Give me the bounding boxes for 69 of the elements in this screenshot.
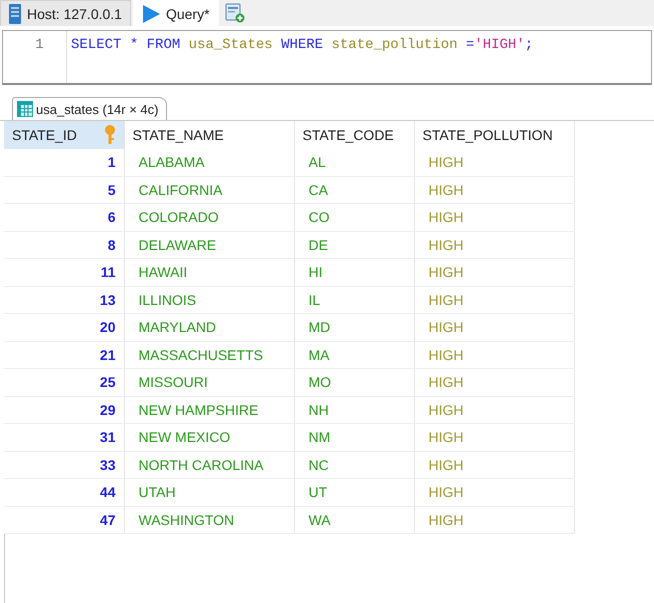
column-header[interactable]: STATE_NAME bbox=[124, 121, 294, 149]
table-cell: NC bbox=[294, 451, 414, 478]
table-cell: HI bbox=[294, 258, 414, 286]
table-cell: MASSACHUSETTS bbox=[124, 341, 294, 368]
table-cell: HIGH bbox=[414, 396, 574, 424]
table-cell: MO bbox=[294, 368, 414, 396]
table-cell: HIGH bbox=[414, 286, 574, 314]
table-cell: DE bbox=[294, 231, 414, 258]
table-cell: HIGH bbox=[414, 149, 574, 176]
table-cell: HIGH bbox=[414, 204, 574, 231]
editor-tab[interactable]: Query* bbox=[132, 0, 219, 26]
table-cell: HIGH bbox=[414, 258, 574, 286]
server-icon bbox=[9, 4, 21, 24]
table-cell: HIGH bbox=[414, 314, 574, 341]
table-cell: WASHINGTON bbox=[124, 506, 294, 534]
table-cell: HAWAII bbox=[124, 258, 294, 286]
table-cell: HIGH bbox=[414, 506, 574, 534]
table-cell: 31 bbox=[4, 424, 124, 451]
table-cell: COLORADO bbox=[124, 204, 294, 231]
column-header[interactable]: STATE_POLLUTION bbox=[414, 121, 574, 149]
table-cell: DELAWARE bbox=[124, 231, 294, 258]
table-cell: 20 bbox=[4, 314, 124, 341]
table-cell: IL bbox=[294, 286, 414, 314]
table-cell: 33 bbox=[4, 451, 124, 478]
table-cell: 11 bbox=[4, 258, 124, 286]
table-cell: MISSOURI bbox=[124, 368, 294, 396]
table-cell: NEW MEXICO bbox=[124, 424, 294, 451]
table-cell: CA bbox=[294, 176, 414, 204]
line-number: 1 bbox=[34, 37, 44, 55]
result-tab[interactable]: usa_states (14r × 4c) bbox=[12, 97, 168, 120]
table-cell: ALABAMA bbox=[124, 149, 294, 176]
table-cell: HIGH bbox=[414, 231, 574, 258]
table-cell: 47 bbox=[4, 506, 124, 534]
table-cell: NH bbox=[294, 396, 414, 424]
table-cell: NEW HAMPSHIRE bbox=[124, 396, 294, 424]
table-cell: HIGH bbox=[414, 341, 574, 368]
table-cell: MA bbox=[294, 341, 414, 368]
table-cell: UT bbox=[294, 478, 414, 506]
table-cell: CO bbox=[294, 204, 414, 231]
table-cell: 21 bbox=[4, 341, 124, 368]
column-header[interactable]: STATE_ID bbox=[4, 121, 124, 149]
table-cell: NM bbox=[294, 424, 414, 451]
table-cell: HIGH bbox=[414, 176, 574, 204]
table-cell: 29 bbox=[4, 396, 124, 424]
table-cell: 5 bbox=[4, 176, 124, 204]
table-cell: HIGH bbox=[414, 368, 574, 396]
table-cell: 44 bbox=[4, 478, 124, 506]
table-cell: CALIFORNIA bbox=[124, 176, 294, 204]
table-cell: 8 bbox=[4, 231, 124, 258]
table-cell: 25 bbox=[4, 368, 124, 396]
table-cell: HIGH bbox=[414, 478, 574, 506]
table-cell: ILLINOIS bbox=[124, 286, 294, 314]
table-cell: HIGH bbox=[414, 451, 574, 478]
table-cell: 6 bbox=[4, 204, 124, 231]
table-cell: 13 bbox=[4, 286, 124, 314]
table-icon bbox=[17, 101, 33, 117]
sql-code-line[interactable]: SELECT * FROM usa_States WHERE state_pollution ='HIGH'; bbox=[67, 31, 538, 83]
table-cell: MARYLAND bbox=[124, 314, 294, 341]
table-cell: AL bbox=[294, 149, 414, 176]
table-cell: HIGH bbox=[414, 424, 574, 451]
table-cell: MD bbox=[294, 314, 414, 341]
play-icon bbox=[142, 4, 160, 22]
table-cell: 1 bbox=[4, 149, 124, 176]
table-cell: NORTH CAROLINA bbox=[124, 451, 294, 478]
table-cell: WA bbox=[294, 506, 414, 534]
editor-tab[interactable]: Host: 127.0.0.1 bbox=[0, 0, 131, 26]
table-cell: UTAH bbox=[124, 478, 294, 506]
column-header[interactable]: STATE_CODE bbox=[294, 121, 414, 149]
new-query-icon[interactable] bbox=[224, 3, 245, 23]
